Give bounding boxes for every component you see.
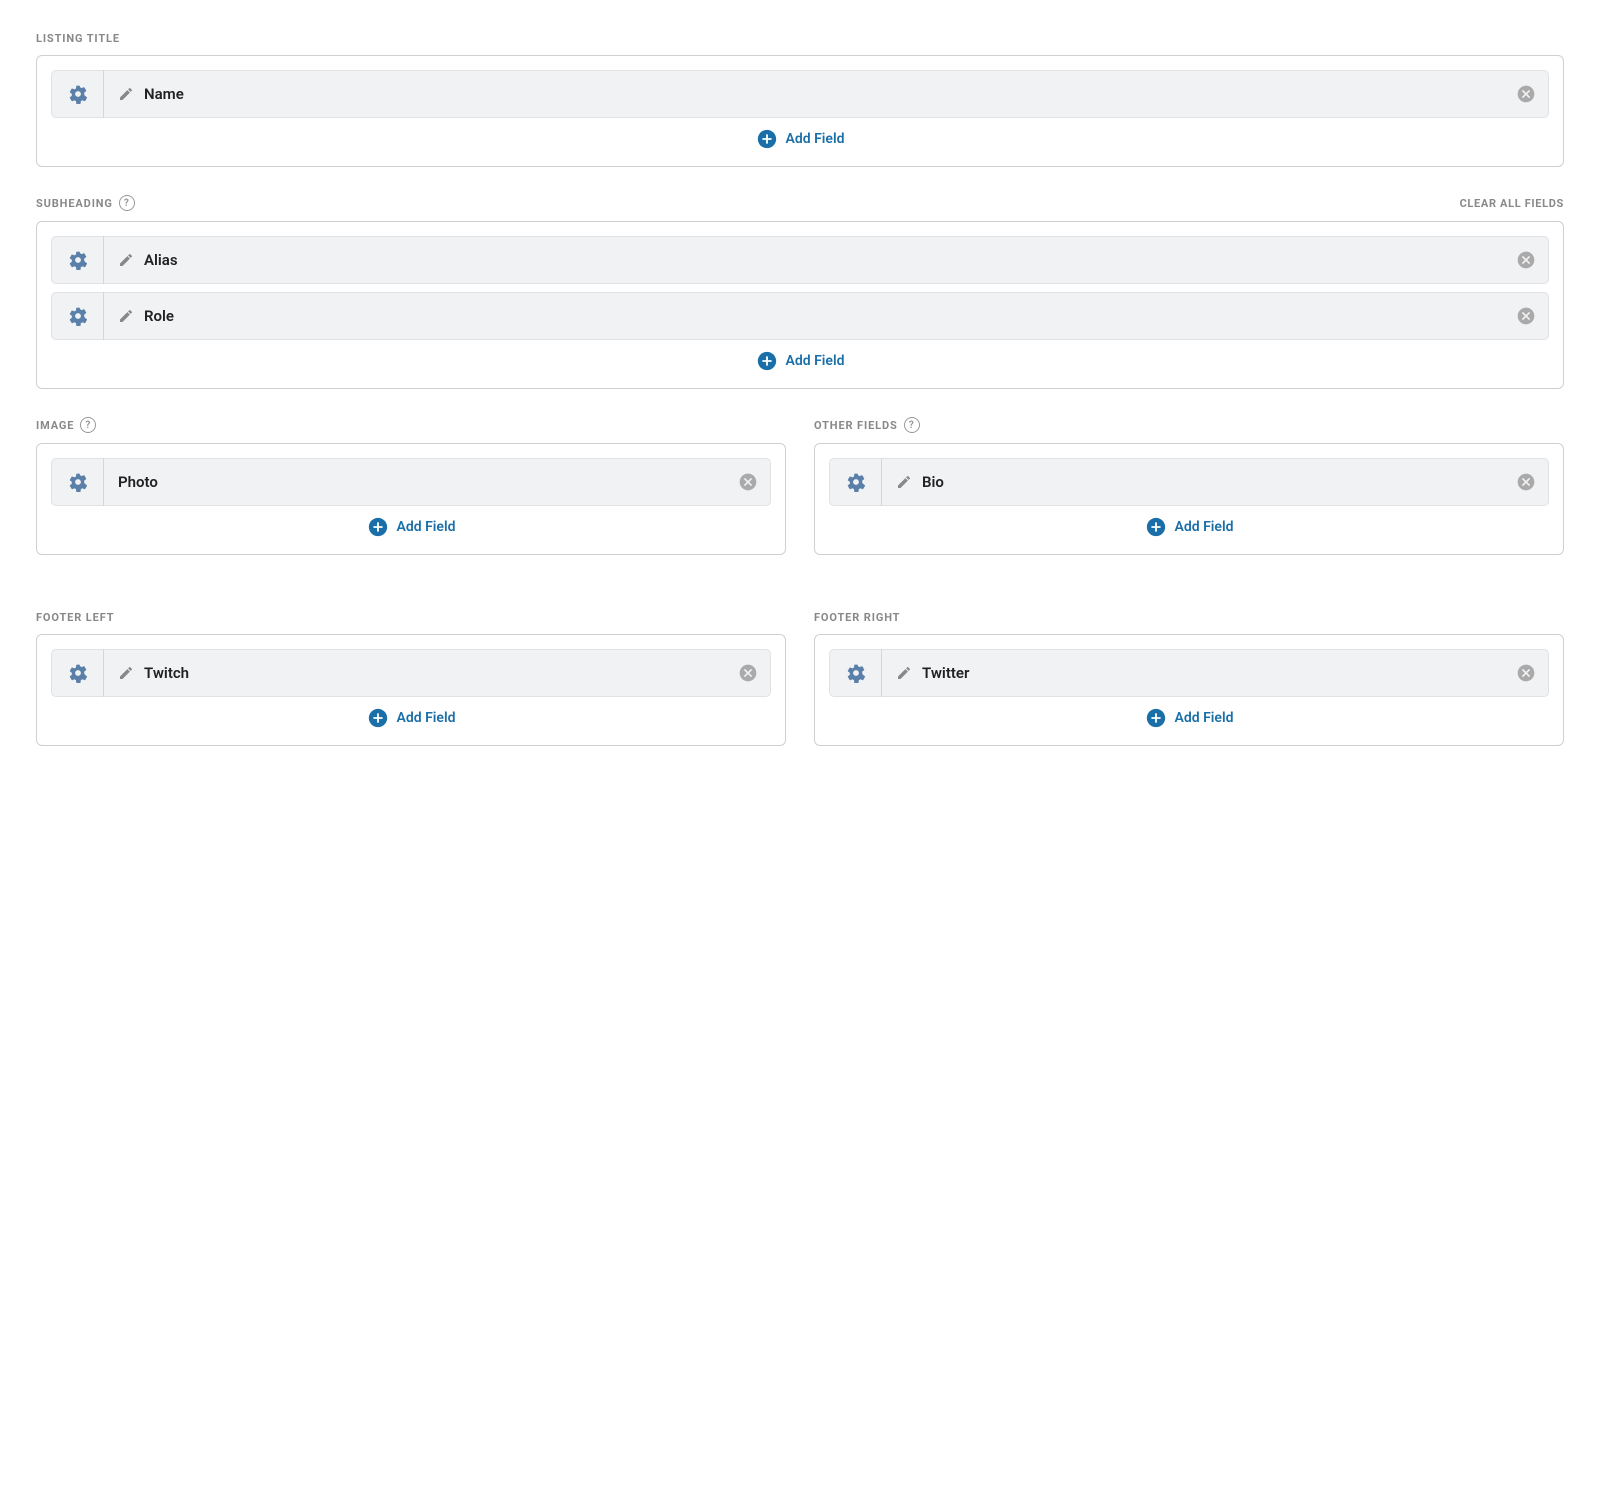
bio-remove-button[interactable] (1504, 458, 1548, 506)
twitter-field-label: Twitter (882, 664, 1504, 682)
listing-title-container: Name Add Field (36, 55, 1564, 167)
other-fields-help-icon[interactable]: ? (904, 417, 920, 433)
clear-all-button[interactable]: CLEAR ALL FIELDS (1460, 197, 1564, 210)
add-circle-icon (756, 350, 778, 372)
alias-field-label: Alias (104, 251, 1504, 269)
add-circle-icon (756, 128, 778, 150)
footer-left-label: FOOTER LEFT (36, 611, 114, 624)
gear-icon (68, 663, 88, 683)
subheading-help-icon[interactable]: ? (119, 195, 135, 211)
gear-icon (846, 663, 866, 683)
remove-icon (1516, 84, 1536, 104)
footer-right-add-label: Add Field (1175, 710, 1234, 726)
footer-left-add-field[interactable]: Add Field (51, 707, 771, 729)
bio-gear-button[interactable] (830, 458, 882, 506)
subheading-container: Alias Role (36, 221, 1564, 389)
gear-icon (68, 306, 88, 326)
image-help-icon[interactable]: ? (80, 417, 96, 433)
twitter-gear-button[interactable] (830, 649, 882, 697)
footer-row: FOOTER LEFT Twitch (36, 611, 1564, 774)
pencil-icon (118, 665, 134, 681)
pencil-icon (118, 308, 134, 324)
other-fields-add-field[interactable]: Add Field (829, 516, 1549, 538)
add-circle-icon (1145, 707, 1167, 729)
remove-icon (738, 472, 758, 492)
listing-title-add-field[interactable]: Add Field (51, 128, 1549, 150)
footer-right-label: FOOTER RIGHT (814, 611, 900, 624)
image-add-field[interactable]: Add Field (51, 516, 771, 538)
footer-left-section: FOOTER LEFT Twitch (36, 611, 786, 774)
photo-remove-button[interactable] (726, 458, 770, 506)
remove-icon (1516, 306, 1536, 326)
twitch-field-label: Twitch (104, 664, 726, 682)
subheading-section: SUBHEADING ? CLEAR ALL FIELDS Alias (36, 195, 1564, 389)
twitch-gear-button[interactable] (52, 649, 104, 697)
twitter-remove-button[interactable] (1504, 649, 1548, 697)
pencil-icon (896, 665, 912, 681)
name-field-row: Name (51, 70, 1549, 118)
image-section: IMAGE ? Photo (36, 417, 786, 583)
twitch-field-row: Twitch (51, 649, 771, 697)
photo-gear-button[interactable] (52, 458, 104, 506)
listing-title-add-label: Add Field (786, 131, 845, 147)
bio-field-row: Bio (829, 458, 1549, 506)
gear-icon (68, 472, 88, 492)
pencil-icon (118, 252, 134, 268)
image-add-label: Add Field (397, 519, 456, 535)
image-label: IMAGE (36, 419, 74, 432)
gear-icon (68, 84, 88, 104)
other-fields-section: OTHER FIELDS ? Bio (814, 417, 1564, 583)
image-other-row: IMAGE ? Photo (36, 417, 1564, 583)
footer-right-container: Twitter Add Field (814, 634, 1564, 746)
footer-right-section: FOOTER RIGHT Twitter (814, 611, 1564, 774)
pencil-icon (896, 474, 912, 490)
photo-field-row: Photo (51, 458, 771, 506)
subheading-add-label: Add Field (786, 353, 845, 369)
subheading-label: SUBHEADING (36, 197, 113, 210)
listing-title-section: LISTING TITLE Name (36, 32, 1564, 167)
alias-remove-button[interactable] (1504, 236, 1548, 284)
remove-icon (1516, 472, 1536, 492)
footer-right-add-field[interactable]: Add Field (829, 707, 1549, 729)
add-circle-icon (367, 516, 389, 538)
role-gear-button[interactable] (52, 292, 104, 340)
photo-field-label: Photo (104, 473, 726, 491)
subheading-add-field[interactable]: Add Field (51, 350, 1549, 372)
name-field-label: Name (104, 85, 1504, 103)
gear-icon (68, 250, 88, 270)
remove-icon (1516, 250, 1536, 270)
gear-icon (846, 472, 866, 492)
pencil-icon (118, 86, 134, 102)
twitter-field-row: Twitter (829, 649, 1549, 697)
twitch-remove-button[interactable] (726, 649, 770, 697)
role-field-row: Role (51, 292, 1549, 340)
other-fields-label: OTHER FIELDS (814, 419, 898, 432)
alias-field-row: Alias (51, 236, 1549, 284)
remove-icon (1516, 663, 1536, 683)
name-remove-button[interactable] (1504, 70, 1548, 118)
listing-title-label: LISTING TITLE (36, 32, 120, 45)
footer-left-container: Twitch Add Field (36, 634, 786, 746)
other-fields-container: Bio Add Field (814, 443, 1564, 555)
bio-field-label: Bio (882, 473, 1504, 491)
other-fields-add-label: Add Field (1175, 519, 1234, 535)
name-gear-button[interactable] (52, 70, 104, 118)
alias-gear-button[interactable] (52, 236, 104, 284)
role-field-label: Role (104, 307, 1504, 325)
remove-icon (738, 663, 758, 683)
add-circle-icon (1145, 516, 1167, 538)
add-circle-icon (367, 707, 389, 729)
role-remove-button[interactable] (1504, 292, 1548, 340)
image-container: Photo Add Field (36, 443, 786, 555)
footer-left-add-label: Add Field (397, 710, 456, 726)
